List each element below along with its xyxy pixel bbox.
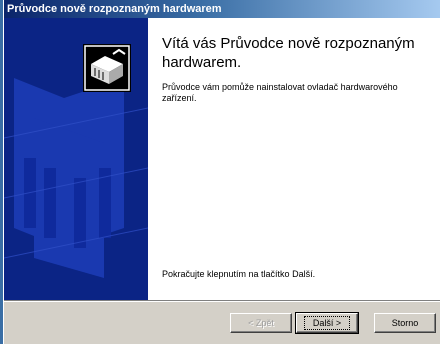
back-button[interactable]: < Zpět [230,313,292,333]
next-button[interactable]: Další > [295,312,359,334]
button-separator [4,300,440,302]
title-bar[interactable]: Průvodce nově rozpoznaným hardwarem [4,0,440,18]
wizard-description: Průvodce vám pomůže nainstalovat ovladač… [162,82,398,103]
wizard-content: Vítá vás Průvodce nově rozpoznaným hardw… [148,18,440,300]
wizard-banner [4,18,148,300]
wizard-window: Průvodce nově rozpoznaným hardwarem Vítá… [3,0,440,344]
welcome-heading: Vítá vás Průvodce nově rozpoznaným hardw… [162,35,415,71]
continue-instruction: Pokračujte klepnutím na tlačítko Další. [162,269,316,279]
cancel-button[interactable]: Storno [374,313,436,333]
hardware-wizard-icon [83,44,131,92]
next-button-label: Další > [303,316,351,330]
window-title: Průvodce nově rozpoznaným hardwarem [7,3,222,15]
